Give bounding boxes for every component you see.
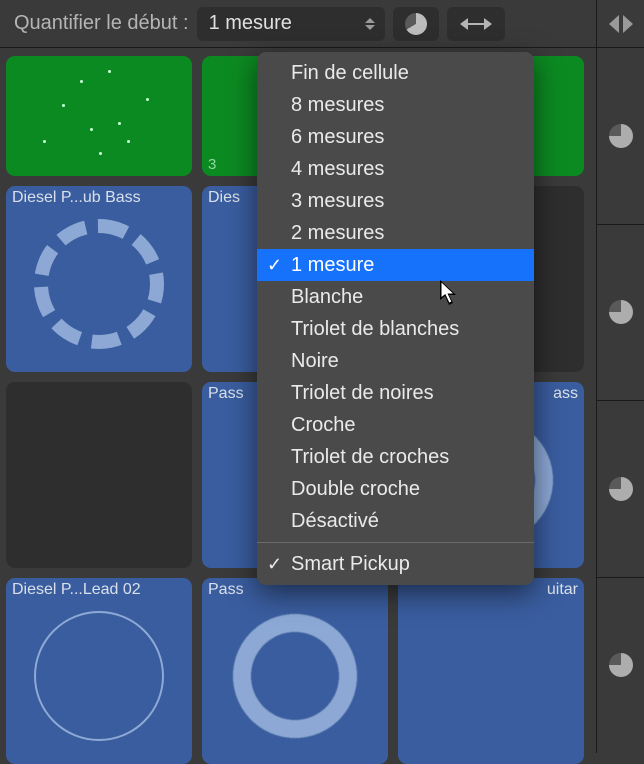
dropdown-item[interactable]: 6 mesures [257, 121, 534, 153]
dropdown-item-label: Double croche [291, 478, 420, 501]
waveform-ring-icon [230, 611, 360, 741]
dropdown-item-label: Fin de cellule [291, 62, 409, 85]
dropdown-item[interactable]: Désactivé [257, 505, 534, 537]
pie-chart-icon [609, 300, 633, 324]
cell-uitar-row3-col2[interactable]: uitar [398, 578, 584, 764]
dropdown-item-label: 3 mesures [291, 190, 384, 213]
dropdown-item[interactable]: ✓ 1 mesure [257, 249, 534, 281]
dropdown-item-label: 6 mesures [291, 126, 384, 149]
dropdown-separator [257, 542, 534, 543]
dropdown-item-label: 1 mesure [291, 254, 374, 277]
dropdown-item-label: Désactivé [291, 510, 379, 533]
dropdown-item[interactable]: Triolet de blanches [257, 313, 534, 345]
pie-chart-icon [405, 13, 427, 35]
cell-diesel-ub-bass[interactable]: Diesel P...ub Bass [6, 186, 192, 372]
dropdown-item[interactable]: Noire [257, 345, 534, 377]
cell-loop-count: 3 [208, 156, 216, 173]
pie-button[interactable] [393, 7, 439, 41]
dropdown-item[interactable]: Croche [257, 409, 534, 441]
quantize-start-value: 1 mesure [209, 12, 292, 35]
waveform-ring-icon [34, 611, 164, 741]
toolbar: Quantifier le début : 1 mesure [0, 0, 644, 48]
pie-chart-icon [609, 477, 633, 501]
right-sidebar [596, 0, 644, 753]
horizontal-arrows-icon [462, 16, 490, 32]
stepper-arrows-icon [359, 11, 381, 37]
right-sidebar-header[interactable] [597, 0, 644, 48]
dropdown-item[interactable]: Triolet de noires [257, 377, 534, 409]
dropdown-item[interactable]: Blanche [257, 281, 534, 313]
quantize-start-select[interactable]: 1 mesure [197, 7, 385, 41]
quantize-start-label: Quantifier le début : [14, 12, 189, 35]
dropdown-item[interactable]: Triolet de croches [257, 441, 534, 473]
dropdown-item-label: 4 mesures [291, 158, 384, 181]
waveform-preview [6, 56, 192, 176]
pie-chart-icon [609, 653, 633, 677]
cell-empty-row2-col0[interactable] [6, 382, 192, 568]
scene-trigger-row-0[interactable] [597, 48, 644, 225]
scene-trigger-row-3[interactable] [597, 578, 644, 754]
cell-green-0[interactable] [6, 56, 192, 176]
dropdown-item-smart-pickup[interactable]: ✓ Smart Pickup [257, 548, 534, 580]
dropdown-item[interactable]: Double croche [257, 473, 534, 505]
dropdown-item[interactable]: 4 mesures [257, 153, 534, 185]
collapse-panel-icon [609, 15, 633, 33]
dropdown-item[interactable]: 2 mesures [257, 217, 534, 249]
dropdown-item-label: Triolet de blanches [291, 318, 459, 341]
cell-title: Diesel P...ub Bass [12, 189, 186, 207]
cell-diesel-lead-02[interactable]: Diesel P...Lead 02 [6, 578, 192, 764]
horizontal-stretch-button[interactable] [447, 7, 505, 41]
dropdown-item[interactable]: Fin de cellule [257, 57, 534, 89]
scene-trigger-row-2[interactable] [597, 401, 644, 578]
dropdown-item-label: Blanche [291, 286, 363, 309]
dropdown-item-label: Noire [291, 350, 339, 373]
checkmark-icon: ✓ [267, 554, 282, 575]
waveform-ring-icon [34, 219, 164, 349]
dropdown-item-label: 2 mesures [291, 222, 384, 245]
dropdown-item[interactable]: 8 mesures [257, 89, 534, 121]
dropdown-item[interactable]: 3 mesures [257, 185, 534, 217]
dropdown-item-label: Smart Pickup [291, 553, 410, 576]
dropdown-item-label: 8 mesures [291, 94, 384, 117]
checkmark-icon: ✓ [267, 255, 282, 276]
pie-chart-icon [609, 124, 633, 148]
quantize-start-dropdown: Fin de cellule 8 mesures 6 mesures 4 mesure… [257, 52, 534, 585]
dropdown-item-label: Triolet de croches [291, 446, 449, 469]
cell-title: Diesel P...Lead 02 [12, 581, 186, 599]
dropdown-item-label: Croche [291, 414, 355, 437]
dropdown-item-label: Triolet de noires [291, 382, 434, 405]
cell-pass-row3-col1[interactable]: Pass [202, 578, 388, 764]
scene-trigger-row-1[interactable] [597, 225, 644, 402]
